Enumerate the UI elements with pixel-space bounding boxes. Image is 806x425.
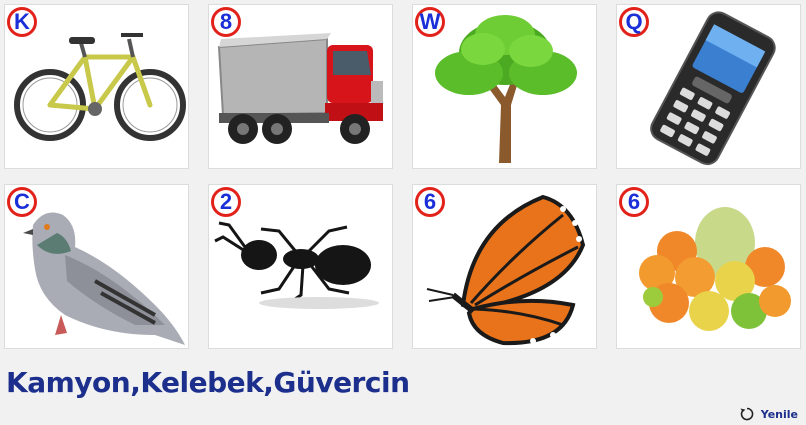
tile-ant[interactable]: 2 — [208, 184, 393, 349]
tile-code-badge: C — [7, 187, 37, 217]
tile-bicycle[interactable]: K — [4, 4, 189, 169]
refresh-icon — [740, 407, 754, 421]
tile-tree[interactable]: W — [412, 4, 597, 169]
tile-code-badge: 8 — [211, 7, 241, 37]
captcha-image-grid: K 8 W Q C 2 6 6 — [4, 4, 804, 349]
tile-code-badge: 6 — [415, 187, 445, 217]
answer-text: Kamyon,Kelebek,Güvercin — [6, 366, 410, 399]
tile-pigeon[interactable]: C — [4, 184, 189, 349]
tile-butterfly[interactable]: 6 — [412, 184, 597, 349]
tile-code-badge: K — [7, 7, 37, 37]
tile-mobile-phone[interactable]: Q — [616, 4, 801, 169]
tile-fruits[interactable]: 6 — [616, 184, 801, 349]
refresh-label: Yenile — [760, 407, 798, 421]
tile-code-badge: 2 — [211, 187, 241, 217]
tile-code-badge: Q — [619, 7, 649, 37]
tile-code-badge: 6 — [619, 187, 649, 217]
tile-code-badge: W — [415, 7, 445, 37]
refresh-button[interactable]: Yenile — [739, 406, 798, 422]
tile-truck[interactable]: 8 — [208, 4, 393, 169]
